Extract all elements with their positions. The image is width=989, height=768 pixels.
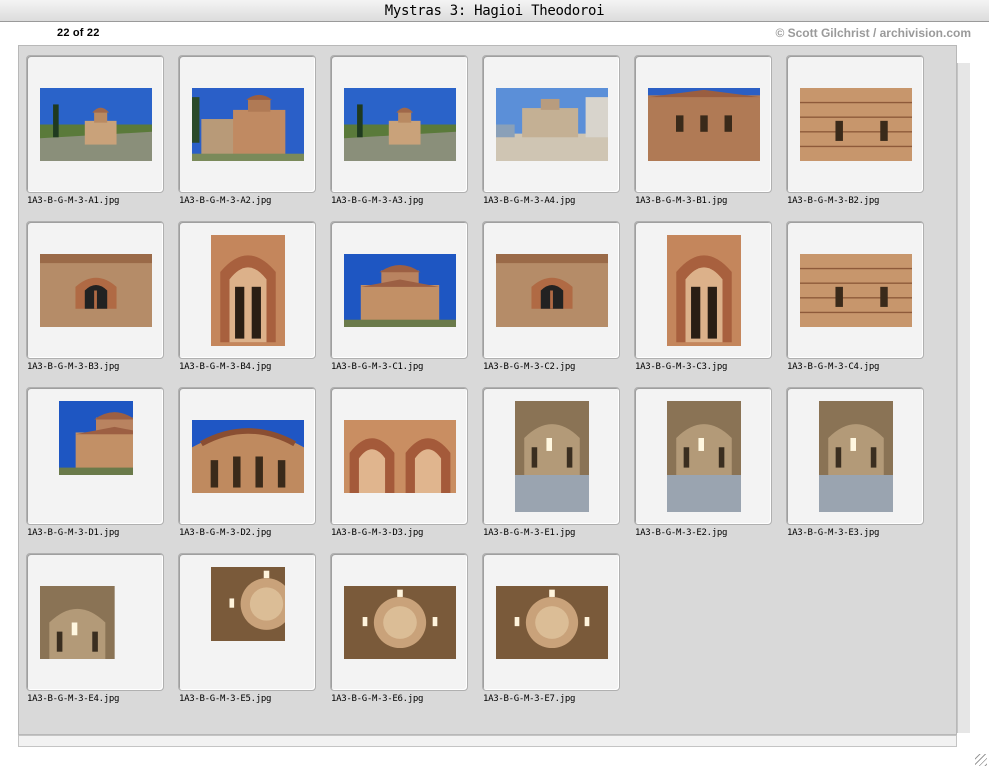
thumbnail-filename: 1A3-B-G-M-3-E2.jpg: [635, 528, 728, 538]
thumbnail-filename: 1A3-B-G-M-3-E3.jpg: [787, 528, 880, 538]
thumbnail-image[interactable]: [667, 235, 741, 346]
thumbnail-cell[interactable]: 1A3-B-G-M-3-C1.jpg: [323, 212, 475, 377]
thumbnail-image[interactable]: [40, 254, 152, 327]
thumbnail-cell[interactable]: 1A3-B-G-M-3-E1.jpg: [475, 378, 627, 543]
slide-frame[interactable]: [26, 553, 164, 691]
thumbnail-filename: 1A3-B-G-M-3-B1.jpg: [635, 196, 728, 206]
window-title-bar[interactable]: Mystras 3: Hagioi Theodoroi: [0, 0, 989, 22]
thumbnail-cell[interactable]: 1A3-B-G-M-3-B1.jpg: [627, 46, 779, 211]
slide-frame[interactable]: [786, 387, 924, 525]
slide-frame[interactable]: [26, 55, 164, 193]
thumbnail-image[interactable]: [211, 567, 285, 678]
slide-frame[interactable]: [482, 553, 620, 691]
slide-frame[interactable]: [634, 221, 772, 359]
thumbnail-filename: 1A3-B-G-M-3-E7.jpg: [483, 694, 576, 704]
thumbnail-image[interactable]: [800, 88, 912, 161]
thumbnail-image[interactable]: [344, 586, 456, 659]
slide-frame[interactable]: [482, 221, 620, 359]
thumbnail-image[interactable]: [496, 254, 608, 327]
thumbnail-filename: 1A3-B-G-M-3-A4.jpg: [483, 196, 576, 206]
thumbnail-filename: 1A3-B-G-M-3-E5.jpg: [179, 694, 272, 704]
thumbnail-image[interactable]: [192, 88, 304, 161]
thumbnail-image[interactable]: [211, 235, 285, 346]
thumbnail-cell[interactable]: 1A3-B-G-M-3-E6.jpg: [323, 544, 475, 709]
thumbnail-image[interactable]: [819, 401, 893, 512]
slide-frame[interactable]: [634, 55, 772, 193]
slide-frame[interactable]: [482, 55, 620, 193]
thumbnail-cell[interactable]: 1A3-B-G-M-3-C3.jpg: [627, 212, 779, 377]
copyright-credit: © Scott Gilchrist / archivision.com: [775, 26, 971, 40]
thumbnail-image[interactable]: [515, 401, 589, 512]
slide-frame[interactable]: [178, 553, 316, 691]
thumbnail-cell[interactable]: 1A3-B-G-M-3-A3.jpg: [323, 46, 475, 211]
thumbnail-filename: 1A3-B-G-M-3-B3.jpg: [27, 362, 120, 372]
thumbnail-filename: 1A3-B-G-M-3-D3.jpg: [331, 528, 424, 538]
thumbnail-filename: 1A3-B-G-M-3-A3.jpg: [331, 196, 424, 206]
thumbnail-cell[interactable]: 1A3-B-G-M-3-B4.jpg: [171, 212, 323, 377]
slide-frame[interactable]: [330, 553, 468, 691]
thumbnail-image[interactable]: [59, 401, 133, 512]
thumbnail-image[interactable]: [344, 420, 456, 493]
thumbnail-image[interactable]: [192, 420, 304, 493]
thumbnail-cell[interactable]: 1A3-B-G-M-3-A2.jpg: [171, 46, 323, 211]
thumbnail-cell[interactable]: 1A3-B-G-M-3-E7.jpg: [475, 544, 627, 709]
thumbnail-cell[interactable]: 1A3-B-G-M-3-E2.jpg: [627, 378, 779, 543]
thumbnail-cell[interactable]: 1A3-B-G-M-3-C4.jpg: [779, 212, 931, 377]
thumbnail-cell[interactable]: 1A3-B-G-M-3-D1.jpg: [19, 378, 171, 543]
thumbnail-cell[interactable]: 1A3-B-G-M-3-B3.jpg: [19, 212, 171, 377]
thumbnail-cell[interactable]: 1A3-B-G-M-3-A4.jpg: [475, 46, 627, 211]
thumbnail-filename: 1A3-B-G-M-3-D1.jpg: [27, 528, 120, 538]
thumbnail-cell[interactable]: 1A3-B-G-M-3-A1.jpg: [19, 46, 171, 211]
slide-frame[interactable]: [786, 55, 924, 193]
slide-frame[interactable]: [26, 221, 164, 359]
thumbnail-filename: 1A3-B-G-M-3-C3.jpg: [635, 362, 728, 372]
slide-frame[interactable]: [178, 55, 316, 193]
thumbnail-cell[interactable]: 1A3-B-G-M-3-E3.jpg: [779, 378, 931, 543]
header-bar: 22 of 22 © Scott Gilchrist / archivision…: [0, 23, 989, 45]
thumbnail-image[interactable]: [344, 88, 456, 161]
thumbnail-filename: 1A3-B-G-M-3-B4.jpg: [179, 362, 272, 372]
thumbnail-filename: 1A3-B-G-M-3-C4.jpg: [787, 362, 880, 372]
thumbnail-filename: 1A3-B-G-M-3-C2.jpg: [483, 362, 576, 372]
thumbnail-filename: 1A3-B-G-M-3-A2.jpg: [179, 196, 272, 206]
image-count: 22 of 22: [57, 27, 100, 39]
thumbnail-image[interactable]: [648, 88, 760, 161]
vertical-scrollbar[interactable]: [957, 63, 970, 733]
thumbnail-filename: 1A3-B-G-M-3-E4.jpg: [27, 694, 120, 704]
slide-frame[interactable]: [330, 221, 468, 359]
slide-frame[interactable]: [330, 387, 468, 525]
thumbnail-panel: 1A3-B-G-M-3-A1.jpg 1A3-B-G-M-3-A2.jpg 1A3-…: [18, 45, 957, 735]
slide-frame[interactable]: [786, 221, 924, 359]
thumbnail-filename: 1A3-B-G-M-3-E6.jpg: [331, 694, 424, 704]
horizontal-scrollbar[interactable]: [18, 735, 957, 747]
thumbnail-cell[interactable]: 1A3-B-G-M-3-E4.jpg: [19, 544, 171, 709]
resize-grip-icon[interactable]: [975, 754, 987, 766]
slide-frame[interactable]: [26, 387, 164, 525]
thumbnail-cell[interactable]: 1A3-B-G-M-3-C2.jpg: [475, 212, 627, 377]
thumbnail-filename: 1A3-B-G-M-3-B2.jpg: [787, 196, 880, 206]
thumbnail-cell[interactable]: 1A3-B-G-M-3-D3.jpg: [323, 378, 475, 543]
thumbnail-image[interactable]: [344, 254, 456, 327]
thumbnail-filename: 1A3-B-G-M-3-A1.jpg: [27, 196, 120, 206]
thumbnail-image[interactable]: [667, 401, 741, 512]
thumbnail-image[interactable]: [40, 88, 152, 161]
slide-frame[interactable]: [634, 387, 772, 525]
slide-frame[interactable]: [178, 221, 316, 359]
thumbnail-image[interactable]: [40, 586, 152, 659]
slide-frame[interactable]: [178, 387, 316, 525]
thumbnail-filename: 1A3-B-G-M-3-E1.jpg: [483, 528, 576, 538]
thumbnail-image[interactable]: [800, 254, 912, 327]
slide-frame[interactable]: [482, 387, 620, 525]
thumbnail-image[interactable]: [496, 88, 608, 161]
thumbnail-filename: 1A3-B-G-M-3-D2.jpg: [179, 528, 272, 538]
thumbnail-cell[interactable]: 1A3-B-G-M-3-D2.jpg: [171, 378, 323, 543]
thumbnail-cell[interactable]: 1A3-B-G-M-3-B2.jpg: [779, 46, 931, 211]
slide-frame[interactable]: [330, 55, 468, 193]
thumbnail-image[interactable]: [496, 586, 608, 659]
thumbnail-filename: 1A3-B-G-M-3-C1.jpg: [331, 362, 424, 372]
thumbnail-cell[interactable]: 1A3-B-G-M-3-E5.jpg: [171, 544, 323, 709]
window-title: Mystras 3: Hagioi Theodoroi: [384, 3, 605, 19]
